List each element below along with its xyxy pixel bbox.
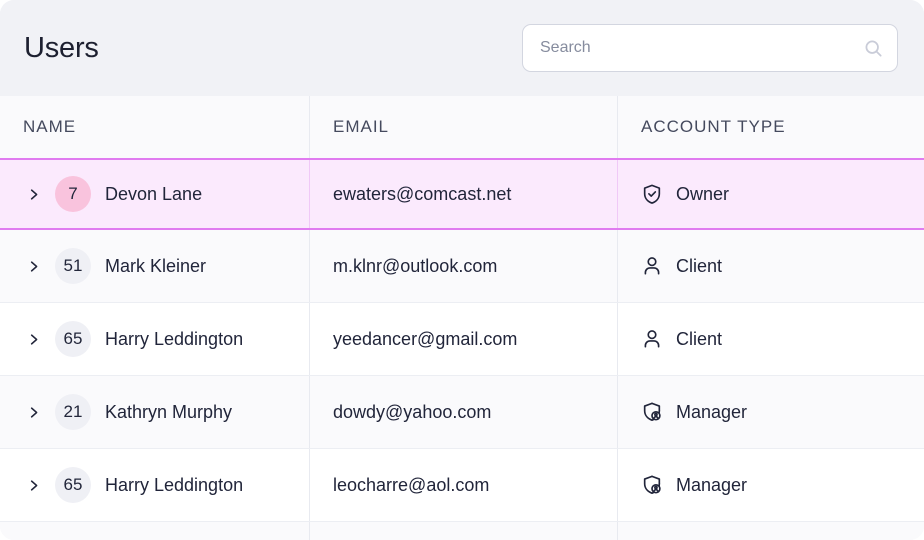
shield-check-icon — [641, 183, 663, 205]
row-badge: 51 — [55, 248, 91, 284]
user-email: m.klnr@outlook.com — [333, 255, 498, 276]
user-name: Harry Leddington — [105, 328, 244, 349]
cell-email: m.klnr@outlook.com — [309, 230, 617, 302]
search-input[interactable] — [522, 24, 898, 72]
table-header-row: NAME EMAIL ACCOUNT TYPE — [0, 96, 924, 158]
cell-name — [0, 522, 309, 540]
chevron-right-icon[interactable] — [23, 184, 43, 204]
user-name: Kathryn Murphy — [105, 401, 233, 422]
account-type-label: Owner — [676, 183, 730, 204]
cell-account-type: Manager — [617, 376, 924, 448]
user-name: Mark Kleiner — [105, 255, 207, 276]
cell-email: leocharre@aol.com — [309, 449, 617, 521]
user-name: Devon Lane — [105, 183, 203, 204]
cell-account-type — [617, 522, 924, 540]
column-header-account-type[interactable]: ACCOUNT TYPE — [617, 96, 924, 158]
shield-person-icon — [641, 474, 663, 496]
search-icon[interactable] — [862, 37, 884, 59]
user-email: dowdy@yahoo.com — [333, 401, 492, 422]
person-icon — [641, 328, 663, 350]
shield-person-icon — [641, 401, 663, 423]
chevron-right-icon[interactable] — [23, 402, 43, 422]
chevron-right-icon[interactable] — [23, 329, 43, 349]
cell-name: 21 Kathryn Murphy — [0, 376, 309, 448]
users-page: Users NAME EMAIL ACCOUNT TYPE — [0, 0, 924, 540]
page-title: Users — [24, 31, 99, 64]
cell-email: dowdy@yahoo.com — [309, 376, 617, 448]
account-type-label: Manager — [676, 474, 748, 495]
user-email: leocharre@aol.com — [333, 474, 490, 495]
cell-account-type: Client — [617, 303, 924, 375]
cell-name: 7 Devon Lane — [0, 160, 309, 228]
account-type-label: Client — [676, 328, 723, 349]
table-row[interactable]: 65 Harry Leddington leocharre@aol.com Ma… — [0, 449, 924, 521]
user-email: ewaters@comcast.net — [333, 183, 512, 204]
column-header-email[interactable]: EMAIL — [309, 96, 617, 158]
cell-name: 65 Harry Leddington — [0, 303, 309, 375]
row-badge: 7 — [55, 176, 91, 212]
search-box — [522, 24, 898, 72]
column-header-name[interactable]: NAME — [0, 96, 309, 158]
chevron-right-icon[interactable] — [23, 256, 43, 276]
row-badge: 65 — [55, 467, 91, 503]
row-badge: 65 — [55, 321, 91, 357]
cell-account-type: Client — [617, 230, 924, 302]
cell-email: yeedancer@gmail.com — [309, 303, 617, 375]
cell-email — [309, 522, 617, 540]
user-email: yeedancer@gmail.com — [333, 328, 518, 349]
page-header: Users — [0, 0, 924, 96]
table-row[interactable]: 21 Kathryn Murphy dowdy@yahoo.com Manage… — [0, 376, 924, 448]
table-row[interactable]: 7 Devon Lane ewaters@comcast.net Owner — [0, 158, 924, 230]
row-badge: 21 — [55, 394, 91, 430]
cell-name: 51 Mark Kleiner — [0, 230, 309, 302]
table-row[interactable]: 65 Harry Leddington yeedancer@gmail.com … — [0, 303, 924, 375]
cell-account-type: Owner — [617, 160, 924, 228]
account-type-label: Manager — [676, 401, 748, 422]
user-name: Harry Leddington — [105, 474, 244, 495]
chevron-right-icon[interactable] — [23, 475, 43, 495]
person-icon — [641, 255, 663, 277]
cell-name: 65 Harry Leddington — [0, 449, 309, 521]
users-table: NAME EMAIL ACCOUNT TYPE 7 Devon Lane ewa… — [0, 96, 924, 540]
table-row[interactable]: 51 Mark Kleiner m.klnr@outlook.com Clien… — [0, 230, 924, 302]
table-row[interactable] — [0, 522, 924, 540]
cell-email: ewaters@comcast.net — [309, 160, 617, 228]
account-type-label: Client — [676, 255, 723, 276]
cell-account-type: Manager — [617, 449, 924, 521]
